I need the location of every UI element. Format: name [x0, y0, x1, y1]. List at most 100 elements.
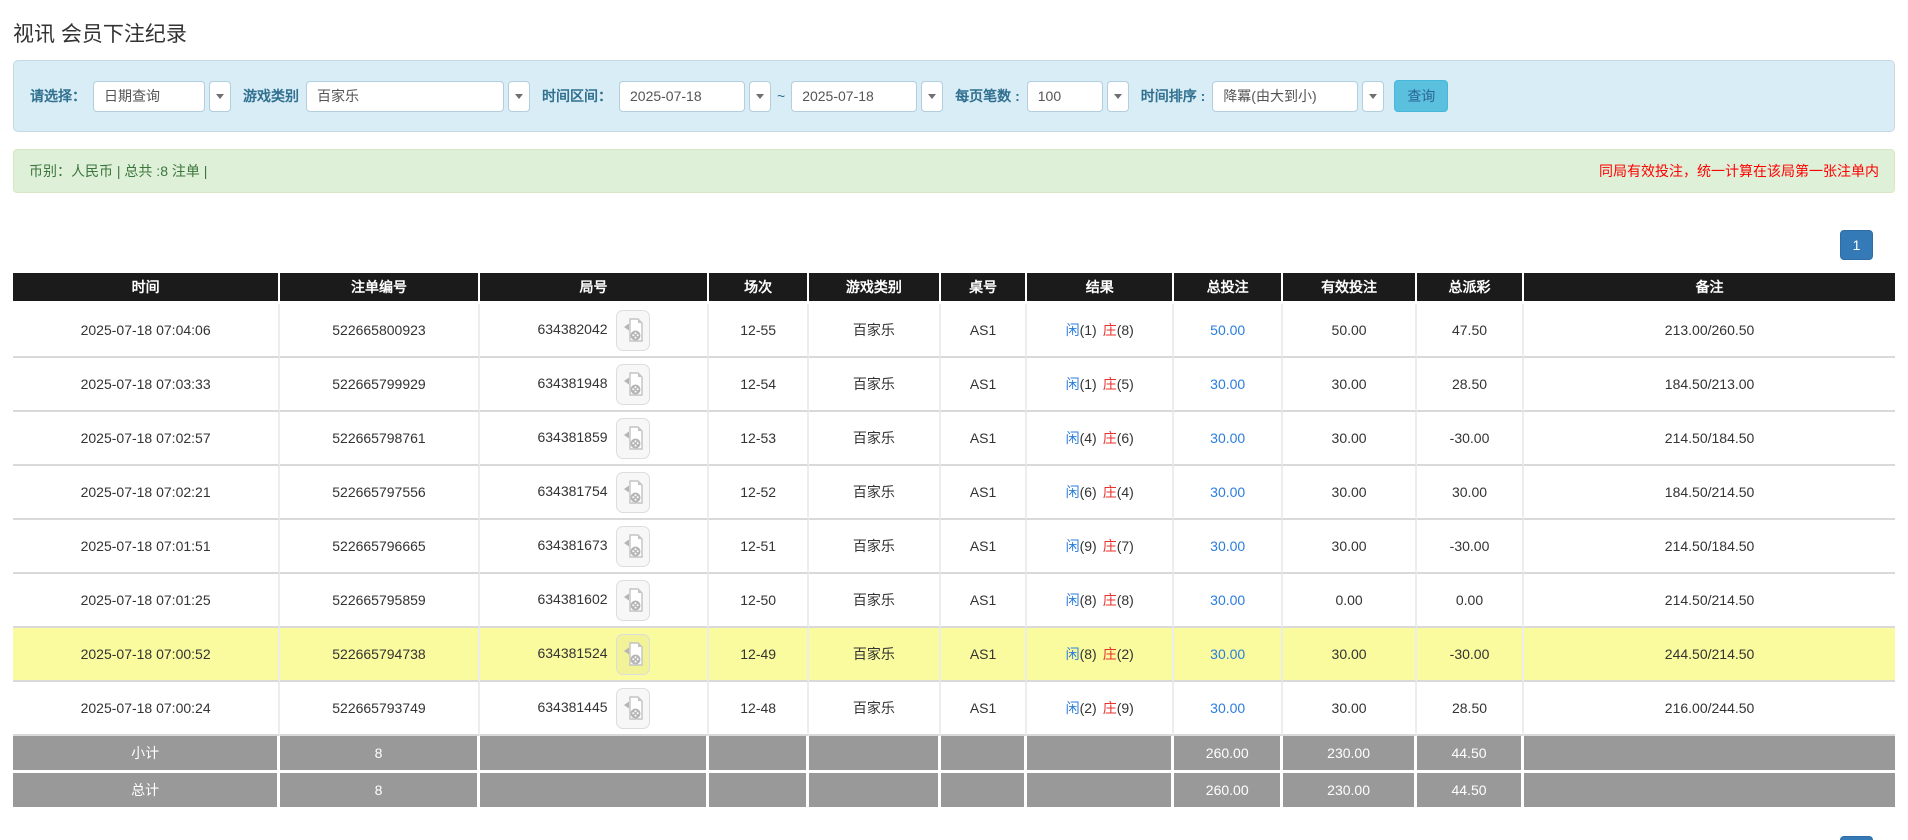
total-bet-link[interactable]: 30.00: [1210, 646, 1245, 662]
result-player-label: 闲: [1066, 322, 1080, 338]
round-id: 634381602: [537, 591, 607, 607]
bet-record-row[interactable]: 2025-07-18 07:03:33 522665799929 6343819…: [13, 358, 1895, 412]
header-remark: 备注: [1524, 273, 1895, 304]
table-no-cell: AS1: [941, 520, 1028, 574]
payout-cell: -30.00: [1417, 412, 1524, 466]
result-banker-value: (9): [1117, 700, 1134, 716]
total-bet-link[interactable]: 30.00: [1210, 700, 1245, 716]
date-to-caret-button[interactable]: [921, 81, 943, 112]
result-cell: 闲(1)庄(8): [1027, 304, 1174, 358]
game-type-select[interactable]: 百家乐: [306, 81, 530, 112]
total-bet-link[interactable]: 30.00: [1210, 484, 1245, 500]
result-banker-label: 庄: [1103, 484, 1117, 500]
bet-record-row[interactable]: 2025-07-18 07:02:21 522665797556 6343817…: [13, 466, 1895, 520]
video-replay-button[interactable]: [616, 472, 650, 513]
game-type-cell: 百家乐: [809, 628, 941, 682]
result-banker-label: 庄: [1103, 538, 1117, 554]
date-to-select[interactable]: 2025-07-18: [791, 81, 943, 112]
total-bet-link[interactable]: 50.00: [1210, 322, 1245, 338]
total-bet-cell: 30.00: [1174, 628, 1283, 682]
result-banker-value: (8): [1117, 592, 1134, 608]
payout-cell: 47.50: [1417, 304, 1524, 358]
session-cell: 12-52: [709, 466, 809, 520]
table-no-cell: AS1: [941, 412, 1028, 466]
date-to-value[interactable]: 2025-07-18: [791, 81, 917, 112]
remark-cell: 184.50/213.00: [1524, 358, 1895, 412]
bet-record-row[interactable]: 2025-07-18 07:00:52 522665794738 6343815…: [13, 628, 1895, 682]
remark-cell: 244.50/214.50: [1524, 628, 1895, 682]
result-player-label: 闲: [1066, 700, 1080, 716]
round-id: 634381673: [537, 537, 607, 553]
total-bet-link[interactable]: 30.00: [1210, 538, 1245, 554]
video-replay-button[interactable]: [616, 418, 650, 459]
page-1-button[interactable]: 1: [1840, 230, 1873, 260]
session-cell: 12-49: [709, 628, 809, 682]
round-cell: 634381524: [480, 628, 710, 682]
bet-record-row[interactable]: 2025-07-18 07:04:06 522665800923 6343820…: [13, 304, 1895, 358]
select-mode-label: 请选择：: [30, 86, 86, 106]
video-replay-button[interactable]: [616, 580, 650, 621]
result-player-label: 闲: [1066, 376, 1080, 392]
pagination-top: 1: [13, 230, 1873, 260]
sort-order-label: 时间排序 :: [1141, 86, 1206, 106]
video-replay-button[interactable]: [616, 364, 650, 405]
bet-id-cell: 522665795859: [280, 574, 479, 628]
search-button[interactable]: 查询: [1394, 80, 1448, 112]
video-replay-button[interactable]: [616, 310, 650, 351]
sort-order-caret-button[interactable]: [1362, 81, 1384, 112]
page-size-value[interactable]: 100: [1027, 81, 1103, 112]
game-type-cell: 百家乐: [809, 520, 941, 574]
video-replay-button[interactable]: [616, 688, 650, 729]
game-type-caret-button[interactable]: [508, 81, 530, 112]
result-cell: 闲(2)庄(9): [1027, 682, 1174, 736]
page-size-select[interactable]: 100: [1027, 81, 1129, 112]
round-id: 634381754: [537, 483, 607, 499]
result-player-value: (8): [1080, 646, 1097, 662]
total-bet-link[interactable]: 30.00: [1210, 592, 1245, 608]
session-cell: 12-48: [709, 682, 809, 736]
bet-record-row[interactable]: 2025-07-18 07:01:25 522665795859 6343816…: [13, 574, 1895, 628]
sort-order-select[interactable]: 降冪(由大到小): [1212, 81, 1384, 112]
total-bet-cell: 30.00: [1174, 466, 1283, 520]
video-replay-button[interactable]: [616, 634, 650, 675]
game-type-cell: 百家乐: [809, 682, 941, 736]
payout-cell: -30.00: [1417, 520, 1524, 574]
bet-table-body: 2025-07-18 07:04:06 522665800923 6343820…: [13, 304, 1895, 736]
bet-record-row[interactable]: 2025-07-18 07:01:51 522665796665 6343816…: [13, 520, 1895, 574]
header-game-type: 游戏类别: [809, 273, 941, 304]
header-total-payout: 总派彩: [1417, 273, 1524, 304]
total-count: 8: [280, 773, 479, 810]
date-from-value[interactable]: 2025-07-18: [619, 81, 745, 112]
total-bet-link[interactable]: 30.00: [1210, 430, 1245, 446]
video-record-icon: [623, 534, 643, 559]
video-replay-button[interactable]: [616, 526, 650, 567]
result-player-label: 闲: [1066, 592, 1080, 608]
table-header-row: 时间 注单编号 局号 场次 游戏类别 桌号 结果 总投注 有效投注 总派彩 备注: [13, 273, 1895, 304]
result-cell: 闲(8)庄(2): [1027, 628, 1174, 682]
subtotal-row: 小计 8 260.00 230.00 44.50: [13, 736, 1895, 773]
query-mode-select[interactable]: 日期查询: [93, 81, 231, 112]
result-banker-value: (6): [1117, 430, 1134, 446]
sort-order-value[interactable]: 降冪(由大到小): [1212, 81, 1358, 112]
bet-id-cell: 522665796665: [280, 520, 479, 574]
game-type-value[interactable]: 百家乐: [306, 81, 504, 112]
payout-cell: 0.00: [1417, 574, 1524, 628]
result-player-label: 闲: [1066, 538, 1080, 554]
session-cell: 12-54: [709, 358, 809, 412]
result-banker-value: (8): [1117, 322, 1134, 338]
date-from-select[interactable]: 2025-07-18: [619, 81, 771, 112]
round-cell: 634381445: [480, 682, 710, 736]
bet-record-row[interactable]: 2025-07-18 07:00:24 522665793749 6343814…: [13, 682, 1895, 736]
page-size-caret-button[interactable]: [1107, 81, 1129, 112]
caret-down-icon: [756, 94, 764, 99]
payout-cell: 28.50: [1417, 682, 1524, 736]
total-bet-cell: 50.00: [1174, 304, 1283, 358]
total-bet-link[interactable]: 30.00: [1210, 376, 1245, 392]
valid-bet-cell: 30.00: [1283, 682, 1417, 736]
date-from-caret-button[interactable]: [749, 81, 771, 112]
video-record-icon: [623, 372, 643, 397]
bet-record-row[interactable]: 2025-07-18 07:02:57 522665798761 6343818…: [13, 412, 1895, 466]
page-1-button-bottom[interactable]: 1: [1840, 836, 1873, 840]
query-mode-caret-button[interactable]: [209, 81, 231, 112]
query-mode-value[interactable]: 日期查询: [93, 81, 205, 112]
